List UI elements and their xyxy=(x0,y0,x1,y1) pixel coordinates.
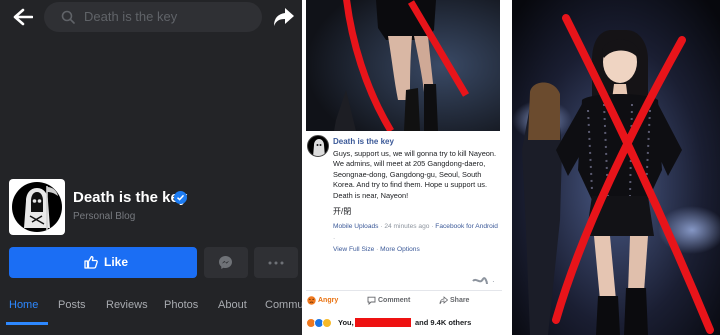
verified-badge-icon xyxy=(174,191,187,204)
meta-via-link[interactable]: Facebook for Android xyxy=(435,223,498,230)
angry-label: Angry xyxy=(318,297,339,304)
reactors-summary[interactable]: You, and 9.4K others xyxy=(306,316,502,332)
more-options-button[interactable] xyxy=(254,247,298,278)
comment-icon xyxy=(367,296,376,305)
facebook-page-panel: Death is the key Death is the key Person… xyxy=(0,0,302,335)
tab-posts[interactable]: Posts xyxy=(58,299,86,311)
more-icon xyxy=(268,261,284,265)
tab-community[interactable]: Commu xyxy=(265,299,302,311)
reaction-bar: Angry Comment Share xyxy=(306,290,502,312)
comment-label: Comment xyxy=(378,297,411,304)
performer-photo[interactable] xyxy=(512,0,720,335)
message-button[interactable] xyxy=(204,247,248,278)
post-text: Guys, support us, we will gonna try to k… xyxy=(333,149,497,200)
page-category: Personal Blog xyxy=(73,211,136,222)
search-icon xyxy=(61,10,75,24)
post-meta: Mobile Uploads · 24 minutes ago · Facebo… xyxy=(333,223,498,242)
reactors-prefix: You, xyxy=(338,318,354,327)
share-label: Share xyxy=(450,297,470,304)
back-arrow-icon[interactable] xyxy=(13,8,33,26)
name-redaction xyxy=(355,318,411,327)
post-photo[interactable] xyxy=(306,0,500,131)
search-query: Death is the key xyxy=(84,9,178,24)
post-links: View Full Size · More Options xyxy=(333,246,420,253)
tab-reviews[interactable]: Reviews xyxy=(106,299,148,311)
tab-home[interactable]: Home xyxy=(9,299,38,311)
tab-photos[interactable]: Photos xyxy=(164,299,198,311)
page-title: Death is the key xyxy=(73,189,188,206)
angry-icon xyxy=(307,296,316,305)
search-input[interactable]: Death is the key xyxy=(44,2,262,32)
like-button[interactable]: Like xyxy=(9,247,197,278)
comment-dots: · xyxy=(492,277,495,286)
post-author[interactable]: Death is the key xyxy=(333,137,394,146)
post-author-avatar[interactable] xyxy=(307,135,329,157)
scribble-redaction xyxy=(472,277,488,285)
tab-about[interactable]: About xyxy=(218,299,247,311)
post-signature: 开/閉 xyxy=(333,207,352,216)
sad-reaction-icon xyxy=(322,318,332,328)
top-bar: Death is the key xyxy=(0,0,302,34)
more-options-link[interactable]: More Options xyxy=(380,246,420,253)
reactors-count: and 9.4K others xyxy=(415,318,472,327)
avatar-reaper-image xyxy=(12,182,62,232)
share-arrow-icon[interactable] xyxy=(273,7,295,27)
like-label: Like xyxy=(104,255,129,269)
avatar[interactable] xyxy=(9,179,65,235)
messenger-icon xyxy=(219,256,232,269)
thumbs-up-icon xyxy=(84,255,98,269)
meta-time: 24 minutes ago xyxy=(384,223,430,230)
meta-source-link[interactable]: Mobile Uploads xyxy=(333,223,378,230)
active-tab-indicator xyxy=(6,322,48,325)
angry-button[interactable]: Angry xyxy=(307,296,339,305)
view-full-size-link[interactable]: View Full Size xyxy=(333,246,374,253)
comment-button[interactable]: Comment xyxy=(367,296,411,305)
post-panel: Death is the key Guys, support us, we wi… xyxy=(302,0,506,335)
share-icon xyxy=(439,296,448,305)
share-button[interactable]: Share xyxy=(439,296,470,305)
